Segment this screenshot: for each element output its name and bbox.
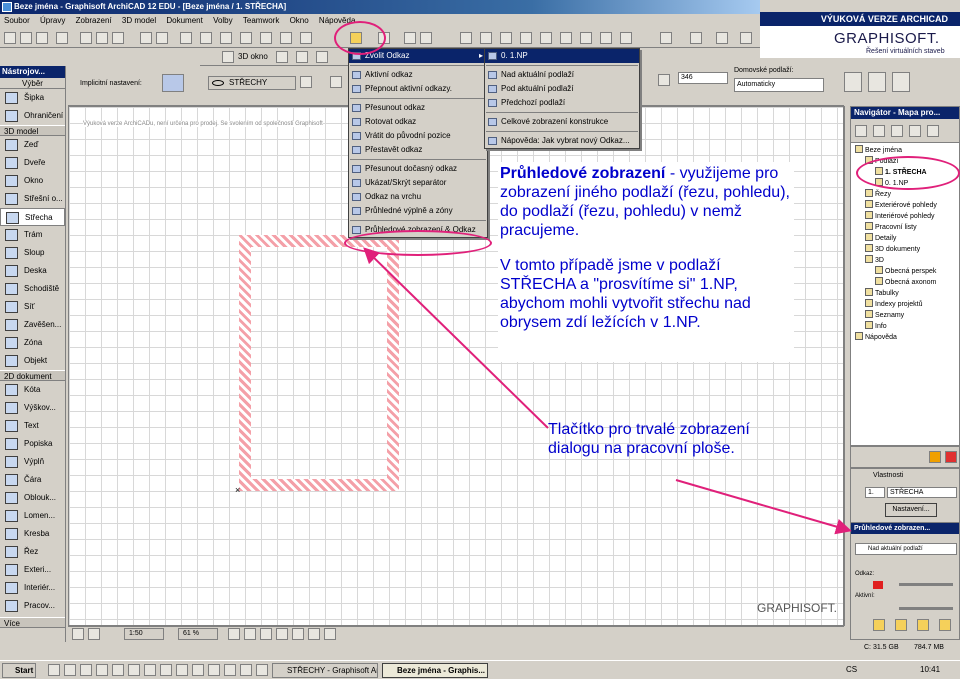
language-indicator[interactable]: CS [846,665,857,674]
clock: 10:41 [920,665,941,674]
arrow-to-menu-item [363,247,549,429]
start-button[interactable]: Start [2,663,36,678]
app-icon[interactable] [128,664,140,676]
desktop-icon[interactable] [64,664,76,676]
app-icon[interactable] [112,664,124,676]
ie-icon[interactable] [48,664,60,676]
app-icon[interactable] [192,664,204,676]
app-icon[interactable] [256,664,268,676]
app-icon[interactable] [144,664,156,676]
taskbar-button-streche[interactable]: STŘECHY - Graphisoft Ar... [272,663,378,678]
taskbar-button-active[interactable]: Beze jména - Graphis... [382,663,488,678]
explorer-icon[interactable] [80,664,92,676]
taskbar: Start STŘECHY - Graphisoft Ar... Beze jm… [0,660,960,679]
app-icon[interactable] [240,664,252,676]
arrow-to-panel [675,479,852,535]
app-icon[interactable] [176,664,188,676]
app-icon[interactable] [208,664,220,676]
app-icon[interactable] [224,664,236,676]
app-icon[interactable] [160,664,172,676]
annotation-arrows [363,247,852,535]
app-icon[interactable] [96,664,108,676]
